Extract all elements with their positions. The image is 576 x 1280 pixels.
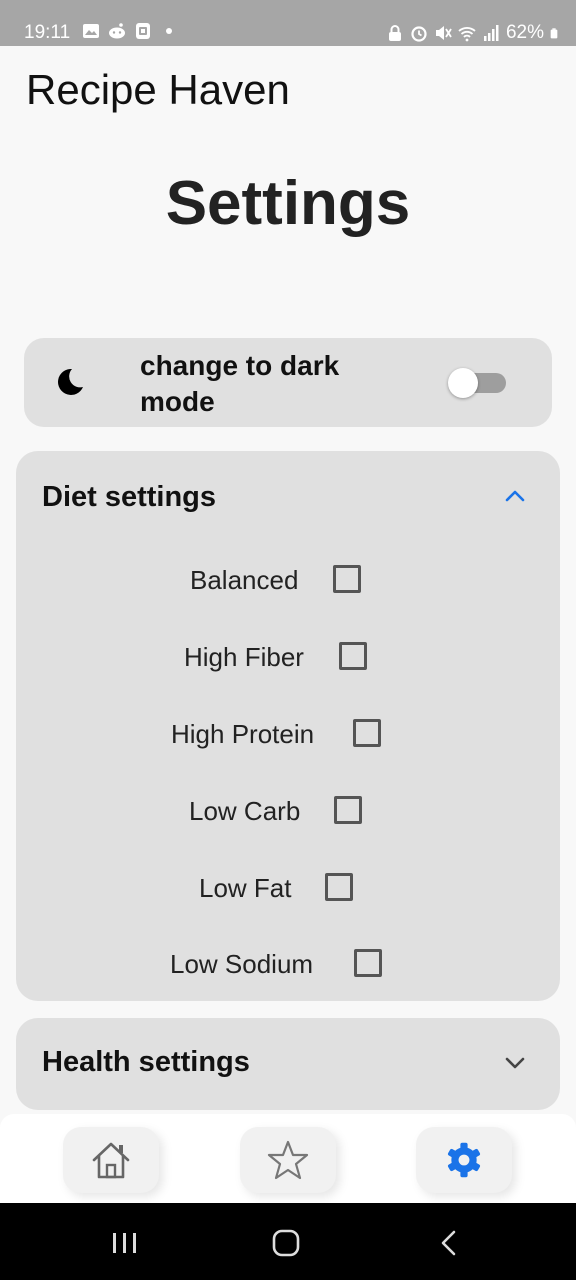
app-title: Recipe Haven xyxy=(26,66,290,113)
lock-icon xyxy=(388,25,401,41)
battery-icon xyxy=(550,28,558,39)
moon-icon xyxy=(58,368,83,395)
toggle-thumb xyxy=(448,368,478,398)
diet-option-label: Low Fat xyxy=(199,873,292,903)
diet-settings-header[interactable]: Diet settings xyxy=(42,481,216,514)
health-settings-header[interactable]: Health settings xyxy=(42,1046,250,1079)
chevron-up-icon[interactable] xyxy=(502,483,528,509)
bottom-nav xyxy=(0,1114,576,1203)
diet-option-low-sodium[interactable]: Low Sodium xyxy=(16,941,560,985)
dark-mode-label: change to dark mode xyxy=(140,350,340,417)
nav-favorites-button[interactable] xyxy=(240,1127,336,1193)
chevron-down-icon[interactable] xyxy=(502,1050,528,1076)
diet-option-label: Balanced xyxy=(190,565,299,595)
diet-option-label: High Protein xyxy=(171,719,315,749)
alarm-icon xyxy=(411,26,427,42)
status-left-icons xyxy=(82,22,178,40)
low-fat-checkbox[interactable] xyxy=(325,873,353,901)
high-fiber-checkbox[interactable] xyxy=(339,642,367,670)
dot-icon xyxy=(166,28,172,34)
recent-apps-icon[interactable] xyxy=(110,1230,140,1256)
battery-percent: 62% xyxy=(505,22,544,43)
signal-icon xyxy=(483,25,499,41)
dark-mode-card: change to dark mode xyxy=(24,338,552,427)
diet-option-balanced[interactable]: Balanced xyxy=(16,557,560,601)
balanced-checkbox[interactable] xyxy=(333,565,361,593)
diet-option-label: Low Carb xyxy=(189,796,301,826)
diet-option-high-protein[interactable]: High Protein xyxy=(16,711,560,755)
back-icon[interactable] xyxy=(436,1228,462,1258)
reddit-icon xyxy=(109,23,125,39)
diet-option-high-fiber[interactable]: High Fiber xyxy=(16,634,560,678)
nav-settings-button[interactable] xyxy=(416,1127,512,1193)
low-carb-checkbox[interactable] xyxy=(334,796,362,824)
star-icon xyxy=(267,1140,309,1180)
diet-option-low-fat[interactable]: Low Fat xyxy=(16,865,560,909)
gear-icon xyxy=(447,1142,481,1178)
diet-option-label: Low Sodium xyxy=(170,949,314,979)
mute-icon xyxy=(435,26,452,40)
home-icon xyxy=(92,1142,130,1179)
screenshot-icon xyxy=(136,23,150,39)
dark-mode-toggle[interactable] xyxy=(448,368,506,398)
status-bar: 19:11 62% xyxy=(0,0,576,46)
diet-option-low-carb[interactable]: Low Carb xyxy=(16,788,560,832)
gallery-icon xyxy=(83,24,99,38)
status-time: 19:11 xyxy=(24,22,71,43)
health-settings-card[interactable]: Health settings xyxy=(16,1018,560,1110)
home-nav-icon[interactable] xyxy=(271,1228,301,1258)
high-protein-checkbox[interactable] xyxy=(353,719,381,747)
system-nav-bar xyxy=(0,1203,576,1280)
nav-home-button[interactable] xyxy=(63,1127,159,1193)
page-title: Settings xyxy=(165,169,411,238)
diet-settings-card: Diet settings Balanced High Fiber High P… xyxy=(16,451,560,1001)
diet-option-label: High Fiber xyxy=(184,642,304,672)
low-sodium-checkbox[interactable] xyxy=(354,949,382,977)
wifi-icon xyxy=(458,27,476,42)
status-right-icons: 62% xyxy=(386,22,562,44)
